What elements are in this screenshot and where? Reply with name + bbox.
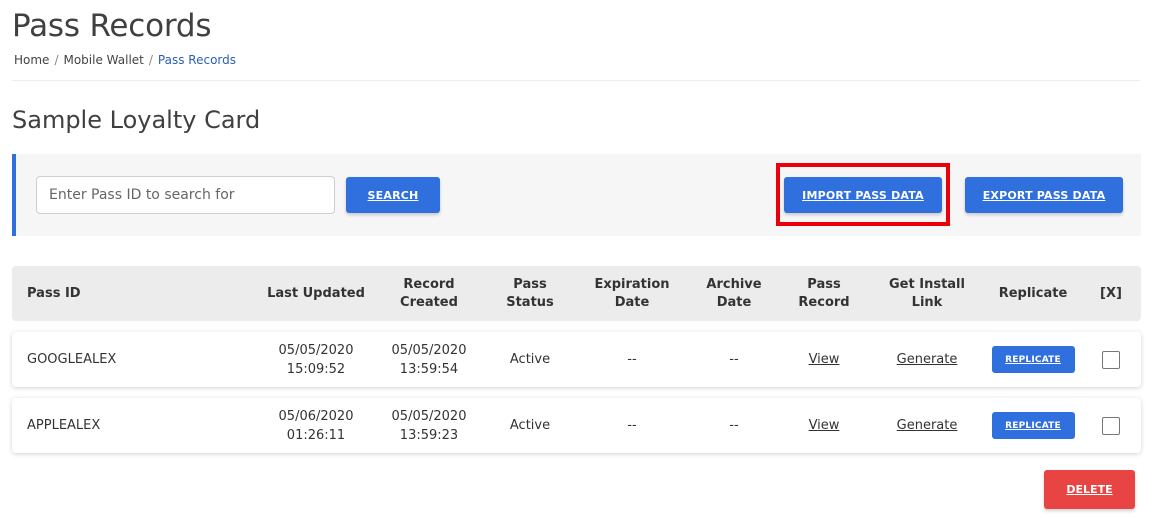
install-link-cell: Generate: [882, 398, 972, 453]
pass-id-cell: GOOGLEALEX: [27, 352, 117, 367]
column-header-pass-id: Pass ID: [27, 285, 81, 301]
column-header-get-install-link: Get Install Link: [889, 276, 965, 310]
record-created-time: 13:59:23: [399, 427, 459, 443]
archive-date-cell: --: [729, 352, 739, 367]
replicate-cell: REPLICATE: [988, 398, 1078, 453]
page-title: Pass Records: [12, 8, 212, 44]
delete-button[interactable]: DELETE: [1044, 470, 1135, 509]
last-updated-time: 15:09:52: [286, 361, 346, 377]
import-pass-data-button[interactable]: IMPORT PASS DATA: [784, 177, 942, 213]
pass-id-cell: APPLEALEX: [27, 418, 101, 433]
replicate-cell: REPLICATE: [988, 332, 1078, 387]
install-link-cell: Generate: [882, 332, 972, 387]
generate-install-link[interactable]: Generate: [897, 416, 958, 435]
last-updated-cell: 05/05/2020 15:09:52: [267, 332, 365, 387]
pass-status-cell: Active: [509, 352, 551, 367]
record-created-date: 05/05/2020: [391, 408, 467, 424]
pass-status-cell: Active: [509, 418, 551, 433]
pass-id-search-input[interactable]: [36, 176, 335, 214]
replicate-button[interactable]: REPLICATE: [991, 346, 1075, 373]
section-title: Sample Loyalty Card: [12, 106, 261, 134]
table-row: GOOGLEALEX 05/05/2020 15:09:52 05/05/2020…: [12, 332, 1141, 387]
pass-record-cell: View: [792, 332, 856, 387]
search-toolbar: SEARCH IMPORT PASS DATA EXPORT PASS DATA: [12, 154, 1141, 236]
column-header-pass-record: Pass Record: [798, 276, 850, 310]
record-created-cell: 05/05/2020 13:59:23: [380, 398, 478, 453]
column-header-expiration-date: Expiration Date: [594, 276, 670, 310]
row-select-checkbox[interactable]: [1102, 350, 1120, 369]
record-created-time: 13:59:54: [399, 361, 459, 377]
record-created-date: 05/05/2020: [391, 342, 467, 358]
generate-install-link[interactable]: Generate: [897, 350, 958, 369]
breadcrumb-mobile-wallet[interactable]: Mobile Wallet: [63, 53, 143, 67]
table-header: Pass ID Last Updated Record Created Pass…: [12, 266, 1141, 321]
breadcrumb: Home / Mobile Wallet / Pass Records: [14, 53, 236, 67]
breadcrumb-separator: /: [148, 53, 153, 67]
column-header-replicate: Replicate: [998, 285, 1068, 301]
last-updated-time: 01:26:11: [286, 427, 346, 443]
column-header-select: [X]: [1100, 285, 1122, 301]
expiration-date-cell: --: [627, 418, 637, 433]
view-pass-record-link[interactable]: View: [809, 350, 840, 369]
last-updated-date: 05/06/2020: [278, 408, 354, 424]
export-pass-data-button[interactable]: EXPORT PASS DATA: [965, 177, 1123, 213]
column-header-last-updated: Last Updated: [267, 285, 365, 301]
archive-date-cell: --: [729, 418, 739, 433]
column-header-pass-status: Pass Status: [506, 276, 554, 310]
breadcrumb-current: Pass Records: [157, 53, 237, 67]
expiration-date-cell: --: [627, 352, 637, 367]
breadcrumb-separator: /: [54, 53, 59, 67]
table-row: APPLEALEX 05/06/2020 01:26:11 05/05/2020 1…: [12, 398, 1141, 453]
column-header-record-created: Record Created: [400, 276, 458, 310]
last-updated-cell: 05/06/2020 01:26:11: [267, 398, 365, 453]
header-divider: [12, 80, 1140, 81]
view-pass-record-link[interactable]: View: [809, 416, 840, 435]
pass-record-cell: View: [792, 398, 856, 453]
breadcrumb-home[interactable]: Home: [14, 53, 49, 67]
record-created-cell: 05/05/2020 13:59:54: [380, 332, 478, 387]
search-button[interactable]: SEARCH: [346, 177, 440, 213]
last-updated-date: 05/05/2020: [278, 342, 354, 358]
select-cell: [1094, 332, 1128, 387]
select-cell: [1094, 398, 1128, 453]
column-header-archive-date: Archive Date: [706, 276, 762, 310]
replicate-button[interactable]: REPLICATE: [991, 412, 1075, 439]
row-select-checkbox[interactable]: [1102, 416, 1120, 435]
